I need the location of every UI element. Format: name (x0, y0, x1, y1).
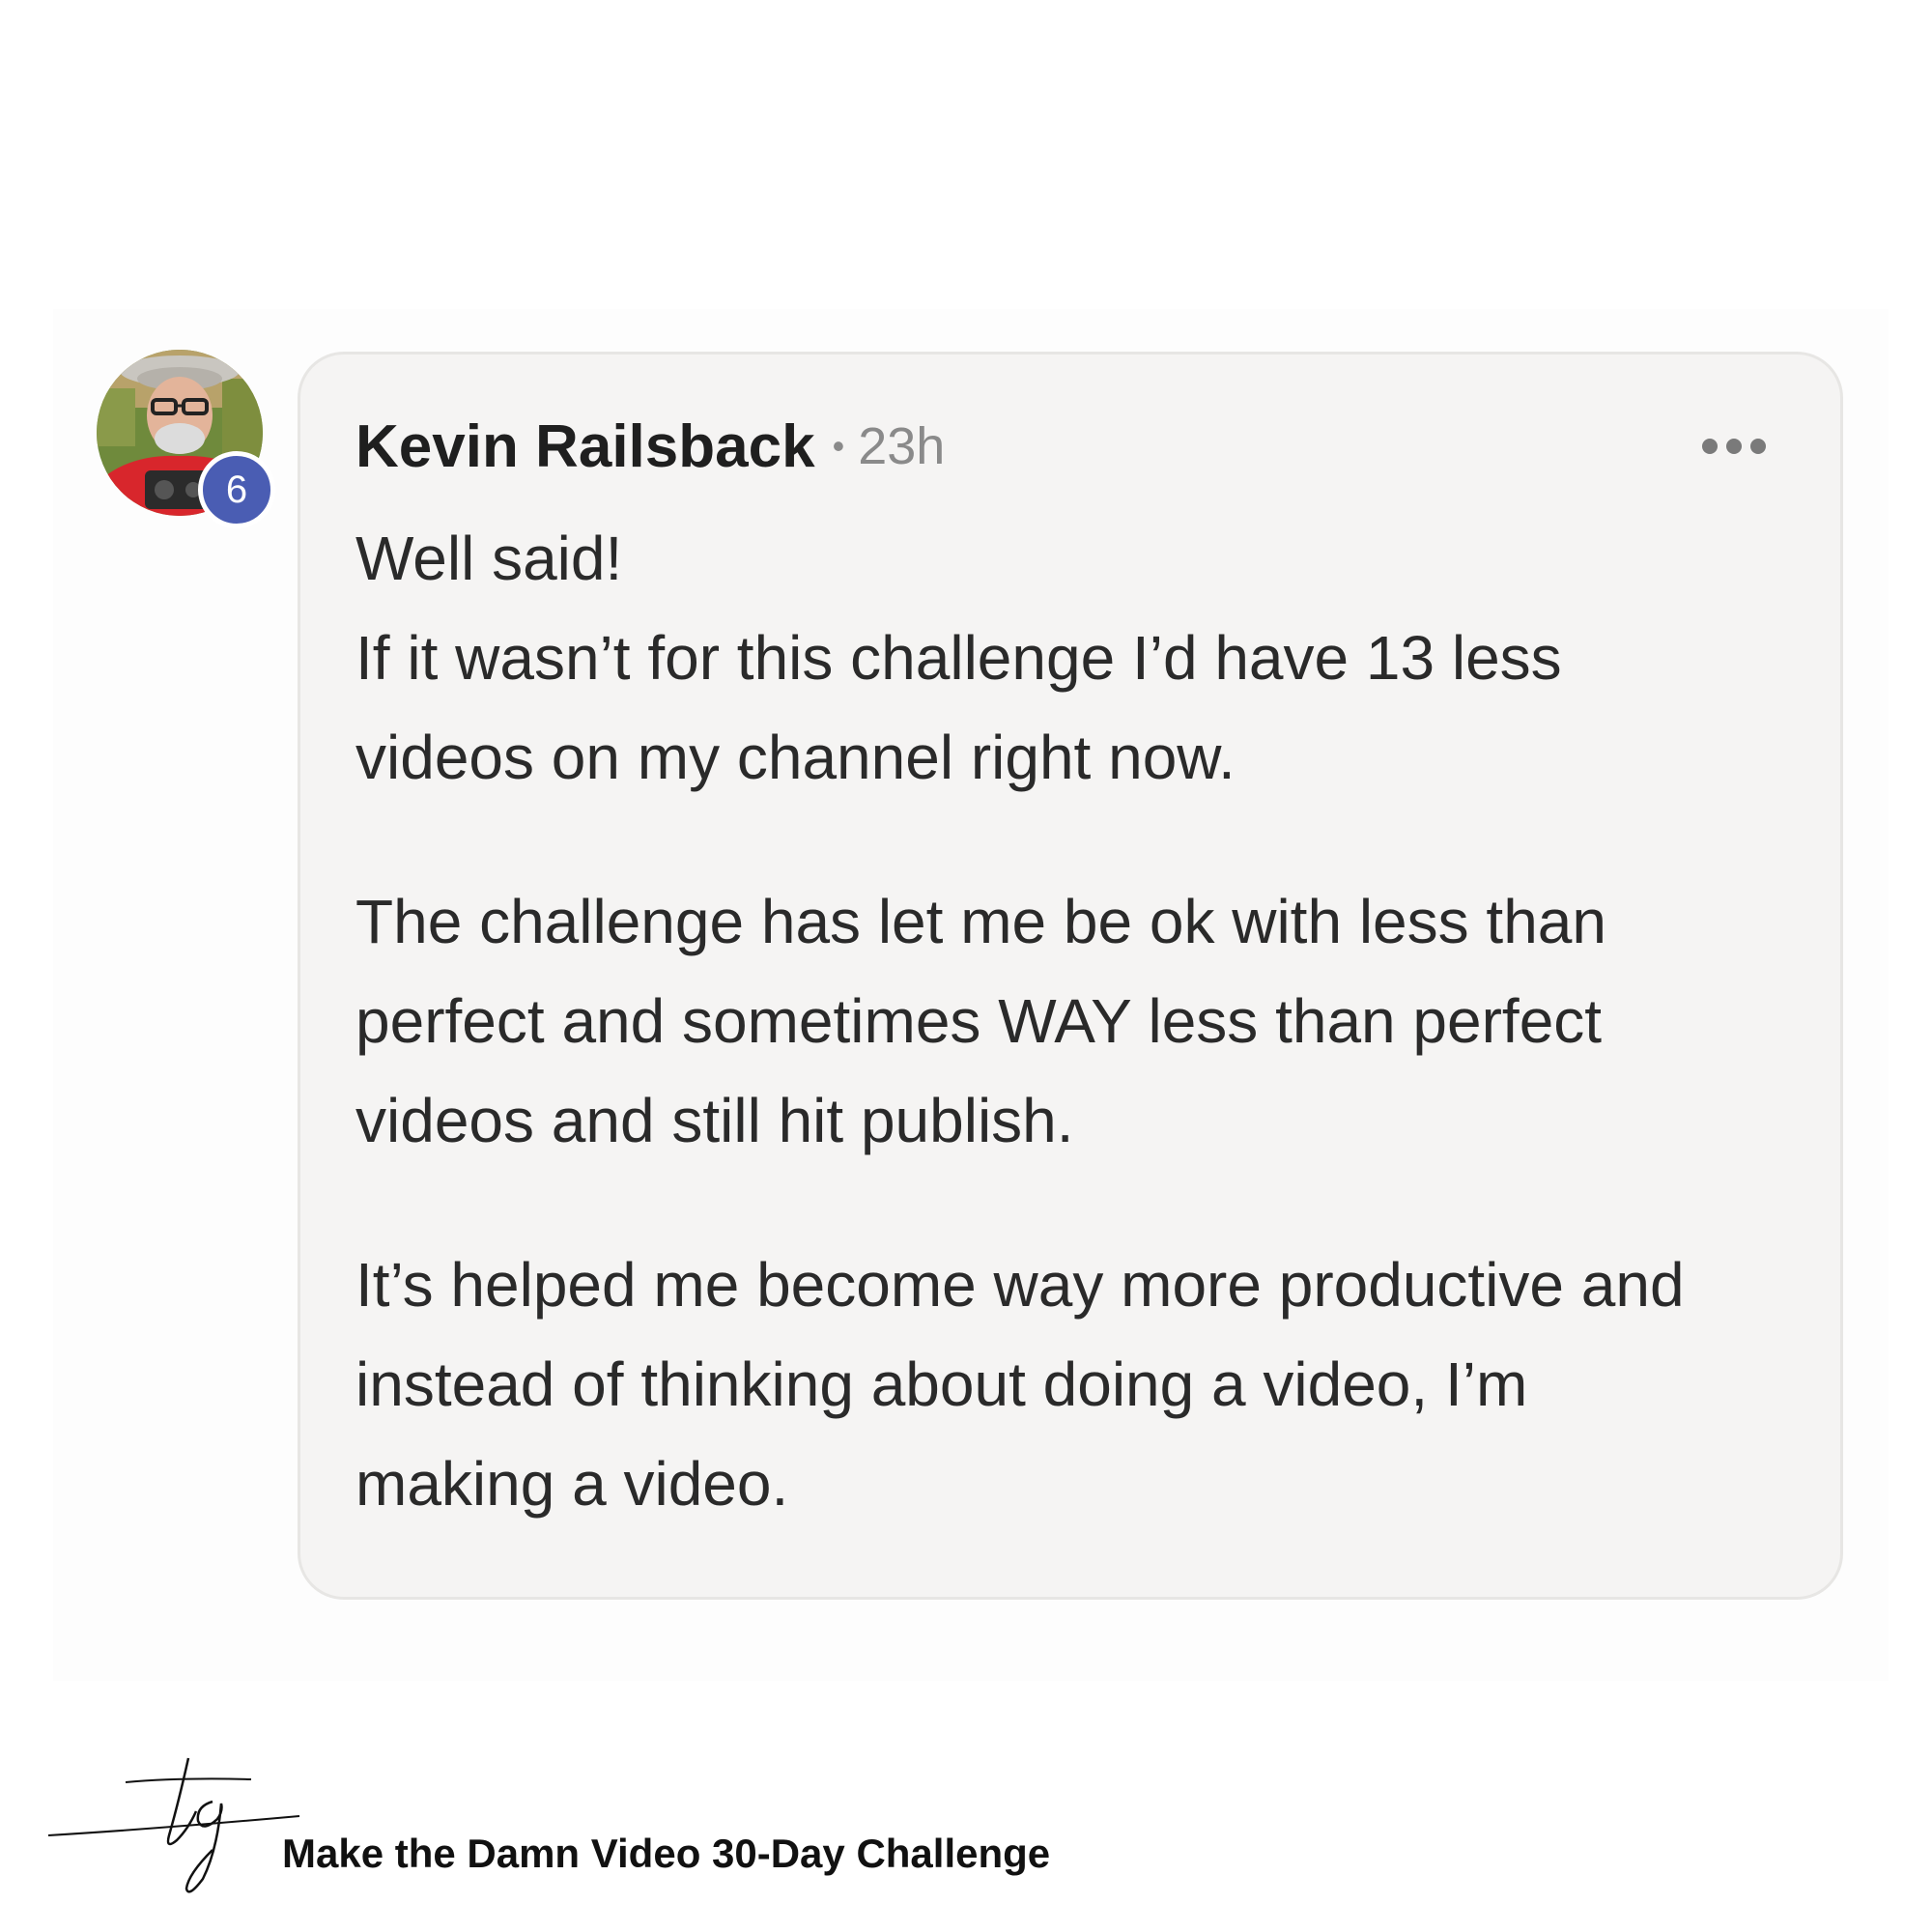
comment-paragraph: It’s helped me become way more productiv… (355, 1236, 1804, 1534)
author-name[interactable]: Kevin Railsback (355, 412, 815, 481)
tg-signature-logo-icon (43, 1744, 314, 1898)
comment-body: Well said! If it wasn’t for this challen… (355, 509, 1804, 1534)
comment-line: videos and still hit publish. (355, 1086, 1074, 1155)
more-horizontal-icon (1702, 439, 1766, 454)
level-badge: 6 (198, 451, 275, 528)
comment-paragraph: Well said! If it wasn’t for this challen… (355, 509, 1804, 808)
more-options-button[interactable] (1700, 432, 1768, 461)
comment-line: Well said! (355, 524, 623, 593)
comment-header: Kevin Railsback • 23h (355, 408, 945, 485)
comment-line: It’s helped me become way more productiv… (355, 1250, 1685, 1320)
comment-line: instead of thinking about doing a video,… (355, 1350, 1528, 1419)
comment-card: Kevin Railsback • 23h Well said! If it w… (298, 352, 1843, 1600)
comment-line: perfect and sometimes WAY less than perf… (355, 986, 1603, 1056)
timestamp[interactable]: 23h (858, 416, 945, 476)
comment-line: making a video. (355, 1449, 789, 1519)
footer-title: Make the Damn Video 30-Day Challenge (282, 1831, 1051, 1876)
meta-separator: • (832, 426, 845, 466)
comment-line: The challenge has let me be ok with less… (355, 887, 1606, 956)
comment-paragraph: The challenge has let me be ok with less… (355, 872, 1804, 1171)
comment-line: videos on my channel right now. (355, 723, 1236, 792)
comment-line: If it wasn’t for this challenge I’d have… (355, 623, 1562, 693)
